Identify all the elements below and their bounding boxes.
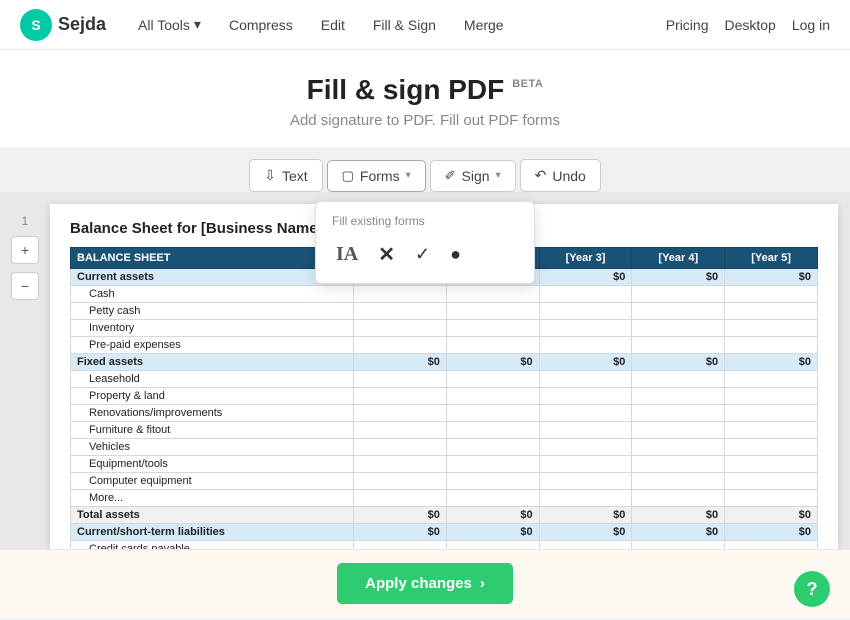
table-body: Current assets$0$0$0$0$0CashPetty cashIn… — [71, 269, 818, 550]
nav-edit[interactable]: Edit — [309, 11, 357, 39]
table-row: Total assets$0$0$0$0$0 — [71, 507, 818, 524]
forms-chevron-icon: ▾ — [406, 170, 411, 181]
dropdown-icons: IA ✕ ✓ ● — [324, 234, 526, 275]
table-row: Petty cash — [71, 303, 818, 320]
col-year-3: [Year 3] — [539, 248, 632, 269]
table-row: Computer equipment — [71, 473, 818, 490]
undo-icon: ↶ — [535, 167, 547, 184]
nav-merge[interactable]: Merge — [452, 11, 516, 39]
table-row: Leasehold — [71, 371, 818, 388]
sign-button[interactable]: ✐ Sign ▾ — [430, 160, 516, 192]
dropdown-text-icon[interactable]: IA — [332, 239, 362, 270]
sign-chevron-icon: ▾ — [496, 170, 501, 181]
col-year-4: [Year 4] — [632, 248, 725, 269]
nav-right: Pricing Desktop Log in — [666, 17, 830, 33]
table-row: More... — [71, 490, 818, 507]
nav-login[interactable]: Log in — [792, 17, 830, 33]
apply-changes-bar: Apply changes › ? — [0, 549, 850, 617]
forms-icon: ▢ — [342, 168, 354, 184]
text-button[interactable]: ⇩ Text — [249, 159, 322, 192]
table-row: Renovations/improvements — [71, 405, 818, 422]
undo-button[interactable]: ↶ Undo — [520, 159, 601, 192]
forms-dropdown: Fill existing forms IA ✕ ✓ ● — [315, 201, 535, 284]
nav-desktop[interactable]: Desktop — [724, 17, 775, 33]
nav-links: All Tools ▾ Compress Edit Fill & Sign Me… — [126, 10, 666, 39]
table-row: Equipment/tools — [71, 456, 818, 473]
table-row: Inventory — [71, 320, 818, 337]
zoom-in-button[interactable]: + — [11, 236, 39, 264]
table-row: Cash — [71, 286, 818, 303]
dropdown-x-icon[interactable]: ✕ — [374, 238, 399, 271]
apply-changes-button[interactable]: Apply changes › — [337, 563, 513, 604]
table-row: Credit cards payable — [71, 541, 818, 550]
table-row: Current/short-term liabilities$0$0$0$0$0 — [71, 524, 818, 541]
table-row: Vehicles — [71, 439, 818, 456]
apply-arrow-icon: › — [480, 575, 485, 592]
col-label: BALANCE SHEET — [71, 248, 354, 269]
sign-icon: ✐ — [445, 168, 456, 184]
nav-fill-sign[interactable]: Fill & Sign — [361, 11, 448, 39]
logo-area[interactable]: S Sejda — [20, 9, 106, 41]
table-row: Furniture & fitout — [71, 422, 818, 439]
zoom-out-button[interactable]: − — [11, 272, 39, 300]
forms-button[interactable]: ▢ Forms ▾ — [327, 160, 426, 192]
brand-name: Sejda — [58, 14, 106, 35]
hero-section: Fill & sign PDF BETA Add signature to PD… — [0, 50, 850, 147]
table-row: Property & land — [71, 388, 818, 405]
page-sidebar: 1 + − — [0, 204, 50, 549]
nav-pricing[interactable]: Pricing — [666, 17, 709, 33]
table-row: Pre-paid expenses — [71, 337, 818, 354]
balance-sheet-table: BALANCE SHEET[Year 1][Year 2][Year 3][Ye… — [70, 247, 818, 549]
beta-badge: BETA — [512, 78, 543, 90]
navbar: S Sejda All Tools ▾ Compress Edit Fill &… — [0, 0, 850, 50]
page-number: 1 — [22, 214, 29, 228]
col-year-5: [Year 5] — [725, 248, 818, 269]
nav-compress[interactable]: Compress — [217, 11, 305, 39]
page-title: Fill & sign PDF BETA — [0, 74, 850, 106]
nav-all-tools[interactable]: All Tools ▾ — [126, 10, 213, 39]
dropdown-dot-icon[interactable]: ● — [446, 240, 465, 269]
hero-subtitle: Add signature to PDF. Fill out PDF forms — [0, 112, 850, 129]
table-row: Fixed assets$0$0$0$0$0 — [71, 354, 818, 371]
toolbar: ⇩ Text ▢ Forms ▾ ✐ Sign ▾ ↶ Undo Fill ex… — [249, 159, 601, 192]
logo-icon: S — [20, 9, 52, 41]
toolbar-area: ⇩ Text ▢ Forms ▾ ✐ Sign ▾ ↶ Undo Fill ex… — [0, 147, 850, 192]
dropdown-check-icon[interactable]: ✓ — [411, 240, 434, 269]
chevron-down-icon: ▾ — [194, 16, 201, 33]
text-cursor-icon: ⇩ — [264, 167, 276, 184]
dropdown-header: Fill existing forms — [324, 210, 526, 234]
help-button[interactable]: ? — [794, 571, 830, 607]
